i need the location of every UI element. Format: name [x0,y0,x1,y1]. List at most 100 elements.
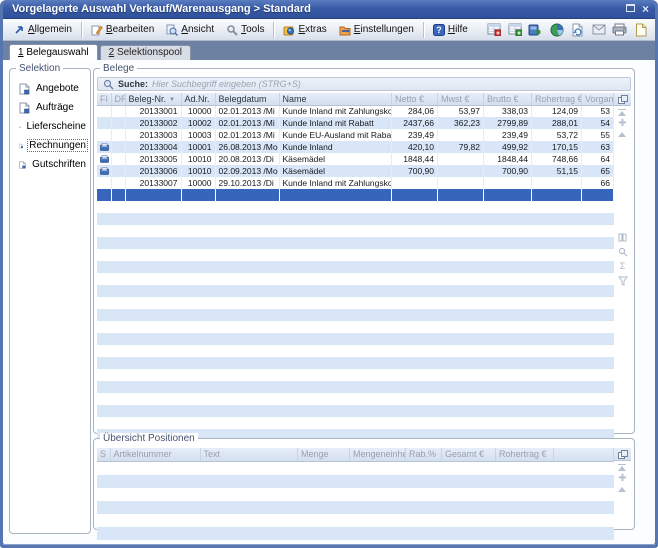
pie-chart-icon[interactable] [548,22,565,38]
column-header[interactable]: Rohertrag € [496,448,554,461]
move-up-icon[interactable]: ✚ [618,475,626,483]
envelope-icon[interactable] [590,22,607,38]
positionen-header-row: SArtikelnummerTextMengeMengeneinheitRab.… [97,448,614,461]
selektion-groupbox: Selektion Angebote Aufträge Liefersc [9,68,91,534]
column-chooser-icon [618,450,628,459]
menu-allgemein[interactable]: Allgemein [7,22,78,38]
close-button[interactable]: × [642,4,649,14]
restore-button[interactable] [626,4,635,15]
sidebar-item[interactable]: Rechnungen [10,136,90,155]
menu-einstellungen[interactable]: Einstellungen [333,22,420,38]
search-tool-icon[interactable] [618,247,628,257]
belege-groupbox: Belege Suche: Hier Suchbegriff eingeben … [93,68,635,434]
column-header[interactable]: Mengeneinheit [350,448,406,461]
columns-icon[interactable] [618,233,627,242]
window-title: Vorgelagerte Auswahl Verkauf/Warenausgan… [12,3,626,15]
column-header[interactable]: Gesamt € [442,448,496,461]
edit-icon [91,24,103,36]
selektion-list: Angebote Aufträge Lieferscheine [10,69,90,174]
column-header[interactable]: Rohertrag € [532,93,582,105]
sidebar-item[interactable]: Gutschriften [10,155,90,174]
belege-label: Belege [100,63,137,74]
sidebar-item-label: Angebote [34,82,81,95]
title-bar[interactable]: Vorgelagerte Auswahl Verkauf/Warenausgan… [3,0,655,19]
beleg-row[interactable]: 20133004 10001 26.08.2013 /Mo Kunde Inla… [97,141,614,153]
northeast-arrow-icon [13,24,25,36]
column-header[interactable]: Ad.Nr. [181,93,215,105]
column-header[interactable]: Rab.% [406,448,442,461]
belege-grid: FIDRBeleg-Nr.▼Ad.Nr.BelegdatumNameNetto … [97,93,614,441]
column-header[interactable]: Text [200,448,298,461]
up-icon[interactable] [618,132,626,137]
positionen-side-strip: ✚ [614,448,631,540]
table-red-icon[interactable] [485,22,502,38]
scroll-top-icon[interactable] [618,109,626,116]
tab-belegauswahl[interactable]: 1 Belegauswahl [9,44,98,60]
column-header[interactable]: Belegdatum [215,93,279,105]
menu-bearbeiten[interactable]: Bearbeiten [85,22,160,38]
search-icon [103,79,114,90]
tab-selektionspool[interactable]: 2 Selektionspool [100,45,191,60]
fibu-booked-icon [100,143,108,151]
move-up-icon[interactable]: ✚ [618,120,626,128]
belege-header-row: FIDRBeleg-Nr.▼Ad.Nr.BelegdatumNameNetto … [97,93,614,105]
sidebar-item[interactable]: Lieferscheine [10,117,90,136]
column-header[interactable]: Name [279,93,392,105]
beleg-row[interactable]: 20133001 10000 02.01.2013 /Mi Kunde Inla… [97,105,614,117]
scroll-top-icon[interactable] [618,464,626,471]
column-chooser-button[interactable] [614,93,631,106]
sidebar-item-label: Gutschriften [30,158,88,171]
sum-icon[interactable]: Σ [620,262,626,271]
search-placeholder: Hier Suchbegriff eingeben (STRG+S) [152,79,301,89]
column-header[interactable]: S [97,448,110,461]
sidebar-item[interactable]: Angebote [10,79,90,98]
menu-extras[interactable]: Extras [277,22,332,38]
menu-hilfe[interactable]: ? Hilfe [427,22,474,38]
new-document-icon[interactable] [632,22,649,38]
positionen-label: Übersicht Positionen [100,433,198,444]
column-header[interactable]: Mwst € [438,93,484,105]
document-icon [19,140,23,152]
column-header[interactable]: Artikelnummer [110,448,200,461]
menu-tools[interactable]: Tools [220,22,270,38]
menu-ansicht[interactable]: Ansicht [160,22,220,38]
tab-strip: 1 Belegauswahl 2 Selektionspool [3,41,655,60]
menu-separator [273,22,274,38]
toolbar-right [485,22,651,38]
beleg-row[interactable]: 20133006 10010 02.09.2013 /Mo Käsemädel … [97,165,614,177]
sidebar-item-label: Rechnungen [27,139,88,152]
beleg-row[interactable]: 20133005 10010 20.08.2013 /Di Käsemädel … [97,153,614,165]
column-chooser-button[interactable] [614,448,631,461]
selektion-label: Selektion [16,63,63,74]
fibu-booked-icon [100,155,108,163]
beleg-row[interactable]: 20133002 10002 02.01.2013 /Mi Kunde Inla… [97,117,614,129]
document-icon [19,121,21,133]
tools-icon [226,24,238,36]
table-green-icon[interactable] [506,22,523,38]
selected-empty-row[interactable] [97,189,614,201]
empty-grid-rows [97,201,614,441]
help-icon: ? [433,24,445,36]
column-header[interactable]: Menge [298,448,350,461]
restore-icon [626,4,635,12]
column-header[interactable]: FI [97,93,111,105]
column-header[interactable] [554,448,614,461]
column-header[interactable]: DR [111,93,125,105]
beleg-row[interactable]: 20133003 10003 02.01.2013 /Mi Kunde EU-A… [97,129,614,141]
up-icon[interactable] [618,487,626,492]
column-header[interactable]: Brutto € [484,93,532,105]
document-refresh-icon[interactable] [569,22,586,38]
package-export-icon[interactable] [527,22,544,38]
column-header[interactable]: Netto € [392,93,438,105]
column-header[interactable]: Beleg-Nr.▼ [125,93,181,105]
document-icon [19,159,26,171]
fibu-booked-icon [100,167,108,175]
view-magnifier-icon [166,24,178,36]
printer-icon[interactable] [611,22,628,38]
filter-icon[interactable] [618,276,628,286]
beleg-row[interactable]: 20133007 10000 29.10.2013 /Di Kunde Inla… [97,177,614,189]
search-bar[interactable]: Suche: Hier Suchbegriff eingeben (STRG+S… [97,77,631,91]
document-icon [19,83,30,95]
column-header[interactable]: Vorgang [582,93,614,105]
sidebar-item[interactable]: Aufträge [10,98,90,117]
